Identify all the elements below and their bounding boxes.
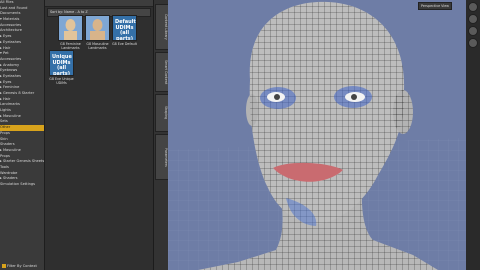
thumbnail-image (58, 15, 83, 41)
pan-icon[interactable] (468, 38, 478, 48)
camera-dropdown[interactable]: Perspective View (418, 2, 452, 10)
wireframe-figure (168, 0, 466, 270)
filter-label: Filter By Context (7, 264, 37, 268)
figure-icon (59, 16, 82, 40)
viewport-controls (466, 0, 480, 270)
tab-content-library[interactable]: Content Library (155, 4, 169, 50)
orbit-icon[interactable] (468, 2, 478, 12)
content-library-tree: All Files Lost and Found Documents ▾ Materi… (0, 0, 45, 270)
figure-icon (86, 16, 109, 40)
tab-shaping[interactable]: Shaping (155, 94, 169, 132)
zoom-icon[interactable] (468, 26, 478, 36)
thumbnail-image: Default UDIMs (all parts) (112, 15, 137, 41)
filter-by-context[interactable]: Filter By Context (2, 264, 37, 268)
pane-header (45, 0, 153, 7)
thumbnail-image (85, 15, 110, 41)
tab-smart-content[interactable]: Smart Content (155, 52, 169, 92)
thumb-g8-feminine-landmarks[interactable]: G8 Feminine Landmarks (58, 15, 83, 50)
rotate-icon[interactable] (468, 14, 478, 24)
checkbox-icon[interactable] (2, 264, 6, 268)
thumb-g8-eve-default[interactable]: Default UDIMs (all parts) G8 Eve Default (112, 15, 137, 46)
thumb-g8-eve-unique-udims[interactable]: Unique UDIMs (all parts) G8 Eve Unique U… (49, 50, 74, 85)
tab-parameters[interactable]: Parameters (155, 134, 169, 180)
3d-viewport[interactable] (168, 0, 466, 270)
thumb-g8-masculine-landmarks[interactable]: G8 Masculine Landmarks (85, 15, 110, 50)
side-tab-strip: Content Library Smart Content Shaping Pa… (153, 0, 169, 270)
tree-item[interactable]: Simulation Settings (0, 182, 44, 188)
thumbnail-image: Unique UDIMs (all parts) (49, 50, 74, 76)
content-pane: Sort by: Name - A to Z G8 Feminine Landm… (45, 0, 153, 270)
